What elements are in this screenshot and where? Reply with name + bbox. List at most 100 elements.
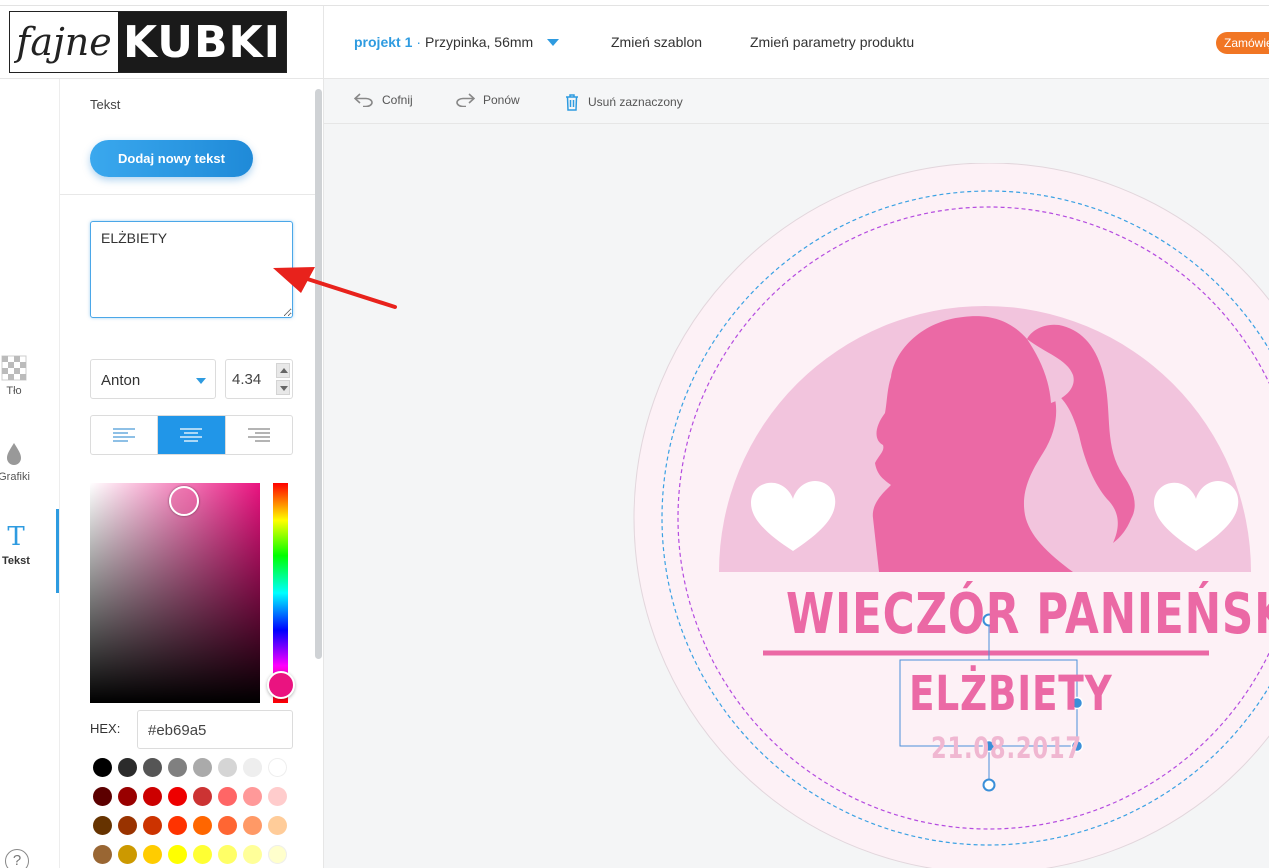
font-size-input[interactable]: 4.34 — [225, 359, 293, 399]
rotate-handle-bottom[interactable] — [982, 778, 996, 792]
delete-selected-label: Usuń zaznaczony — [588, 95, 683, 109]
toolbar: Cofnij Ponów Usuń zaznaczony — [324, 79, 1269, 124]
color-saturation-picker[interactable] — [90, 483, 260, 703]
align-right-icon — [247, 428, 270, 442]
chevron-down-icon[interactable] — [547, 38, 560, 46]
font-size-value: 4.34 — [232, 371, 262, 388]
color-swatch[interactable] — [193, 845, 212, 864]
color-swatch[interactable] — [93, 845, 112, 864]
project-name: projekt 1 — [354, 34, 413, 50]
hex-value: #eb69a5 — [148, 722, 207, 739]
hex-label: HEX: — [90, 721, 121, 736]
undo-label: Cofnij — [382, 93, 413, 107]
text-tool-icon: T — [7, 522, 25, 552]
drop-icon — [7, 443, 21, 465]
color-swatch[interactable] — [243, 845, 262, 864]
swatch-row — [93, 816, 293, 835]
swatch-row — [93, 845, 293, 864]
color-swatch[interactable] — [218, 758, 237, 777]
color-swatch[interactable] — [168, 816, 187, 835]
size-increment-button[interactable] — [276, 363, 290, 378]
project-product: Przypinka, 56mm — [425, 34, 534, 50]
swatch-row — [93, 787, 293, 806]
align-right-button[interactable] — [226, 416, 292, 454]
redo-icon — [456, 93, 475, 107]
color-swatch[interactable] — [118, 845, 137, 864]
color-swatch[interactable] — [218, 816, 237, 835]
color-swatch[interactable] — [93, 758, 112, 777]
text-panel: Tekst Dodaj nowy tekst ELŻBIETY Anton 4.… — [60, 79, 323, 868]
rail-item-text[interactable]: T Tekst — [0, 523, 46, 567]
color-swatch[interactable] — [168, 845, 187, 864]
color-swatch[interactable] — [268, 816, 287, 835]
delete-selected-button[interactable]: Usuń zaznaczony — [564, 93, 683, 111]
design-date-text[interactable]: 21.08.2017 — [931, 731, 1082, 765]
color-swatch[interactable] — [93, 787, 112, 806]
color-swatch[interactable] — [243, 758, 262, 777]
text-content-input[interactable]: ELŻBIETY — [90, 221, 293, 318]
color-swatch[interactable] — [168, 758, 187, 777]
align-center-button[interactable] — [158, 416, 226, 454]
color-swatch[interactable] — [268, 787, 287, 806]
saturation-handle[interactable] — [169, 486, 199, 516]
panel-scrollbar[interactable] — [315, 89, 322, 659]
editor-app: fajne KUBKI projekt 1 · Przypinka, 56mm … — [0, 0, 1269, 868]
color-swatch[interactable] — [243, 787, 262, 806]
redo-label: Ponów — [483, 93, 520, 107]
rail-label-graphics: Grafiki — [0, 471, 30, 483]
rail-item-background[interactable]: Tło — [0, 355, 44, 397]
size-decrement-button[interactable] — [276, 380, 290, 395]
align-left-icon — [113, 428, 136, 442]
color-swatch[interactable] — [218, 787, 237, 806]
color-swatch[interactable] — [118, 787, 137, 806]
hue-handle[interactable] — [267, 671, 295, 699]
undo-icon — [354, 93, 373, 107]
color-swatch[interactable] — [143, 787, 162, 806]
annotation-arrow — [273, 267, 397, 309]
logo-right-text: KUBKI — [118, 12, 286, 72]
color-swatch[interactable] — [118, 758, 137, 777]
logo-left-text: fajne — [10, 12, 118, 72]
color-swatch[interactable] — [193, 787, 212, 806]
logo[interactable]: fajne KUBKI — [9, 11, 287, 73]
design-title-text[interactable]: WIECZÓR PANIEŃSKI — [786, 583, 1269, 647]
add-new-text-button[interactable]: Dodaj nowy tekst — [90, 140, 253, 177]
redo-button[interactable]: Ponów — [455, 93, 520, 107]
hue-slider[interactable] — [273, 483, 288, 703]
order-button[interactable]: Zamówię — [1216, 32, 1269, 54]
change-template-link[interactable]: Zmień szablon — [611, 34, 702, 50]
top-border — [0, 0, 1269, 6]
align-left-button[interactable] — [91, 416, 159, 454]
color-swatch[interactable] — [143, 816, 162, 835]
color-swatch[interactable] — [243, 816, 262, 835]
change-params-link[interactable]: Zmień parametry produktu — [750, 34, 914, 50]
align-center-icon — [180, 428, 203, 442]
rail-active-indicator — [56, 509, 59, 593]
rail-item-graphics[interactable]: Grafiki — [0, 441, 44, 483]
color-swatch[interactable] — [93, 816, 112, 835]
color-swatch[interactable] — [143, 845, 162, 864]
rail-label-background: Tło — [6, 385, 22, 397]
font-family-select[interactable]: Anton — [90, 359, 216, 399]
color-swatch[interactable] — [193, 758, 212, 777]
project-selector[interactable]: projekt 1 · Przypinka, 56mm — [354, 34, 560, 50]
swatch-row — [93, 758, 293, 777]
undo-button[interactable]: Cofnij — [354, 93, 413, 107]
design-name-text[interactable]: ELŻBIETY — [909, 665, 1113, 723]
color-swatch[interactable] — [118, 816, 137, 835]
color-swatch[interactable] — [218, 845, 237, 864]
color-swatch[interactable] — [193, 816, 212, 835]
chevron-down-icon — [196, 378, 206, 384]
panel-title: Tekst — [90, 97, 121, 112]
trash-icon — [566, 94, 578, 111]
color-swatch[interactable] — [143, 758, 162, 777]
color-swatches — [93, 758, 293, 868]
color-swatch[interactable] — [268, 845, 287, 864]
help-icon[interactable]: ? — [5, 849, 29, 868]
color-swatch[interactable] — [168, 787, 187, 806]
color-swatch[interactable] — [268, 758, 287, 777]
project-separator: · — [416, 34, 422, 50]
text-align-group — [90, 415, 293, 455]
font-family-value: Anton — [101, 372, 141, 389]
hex-input[interactable]: #eb69a5 — [137, 710, 293, 749]
